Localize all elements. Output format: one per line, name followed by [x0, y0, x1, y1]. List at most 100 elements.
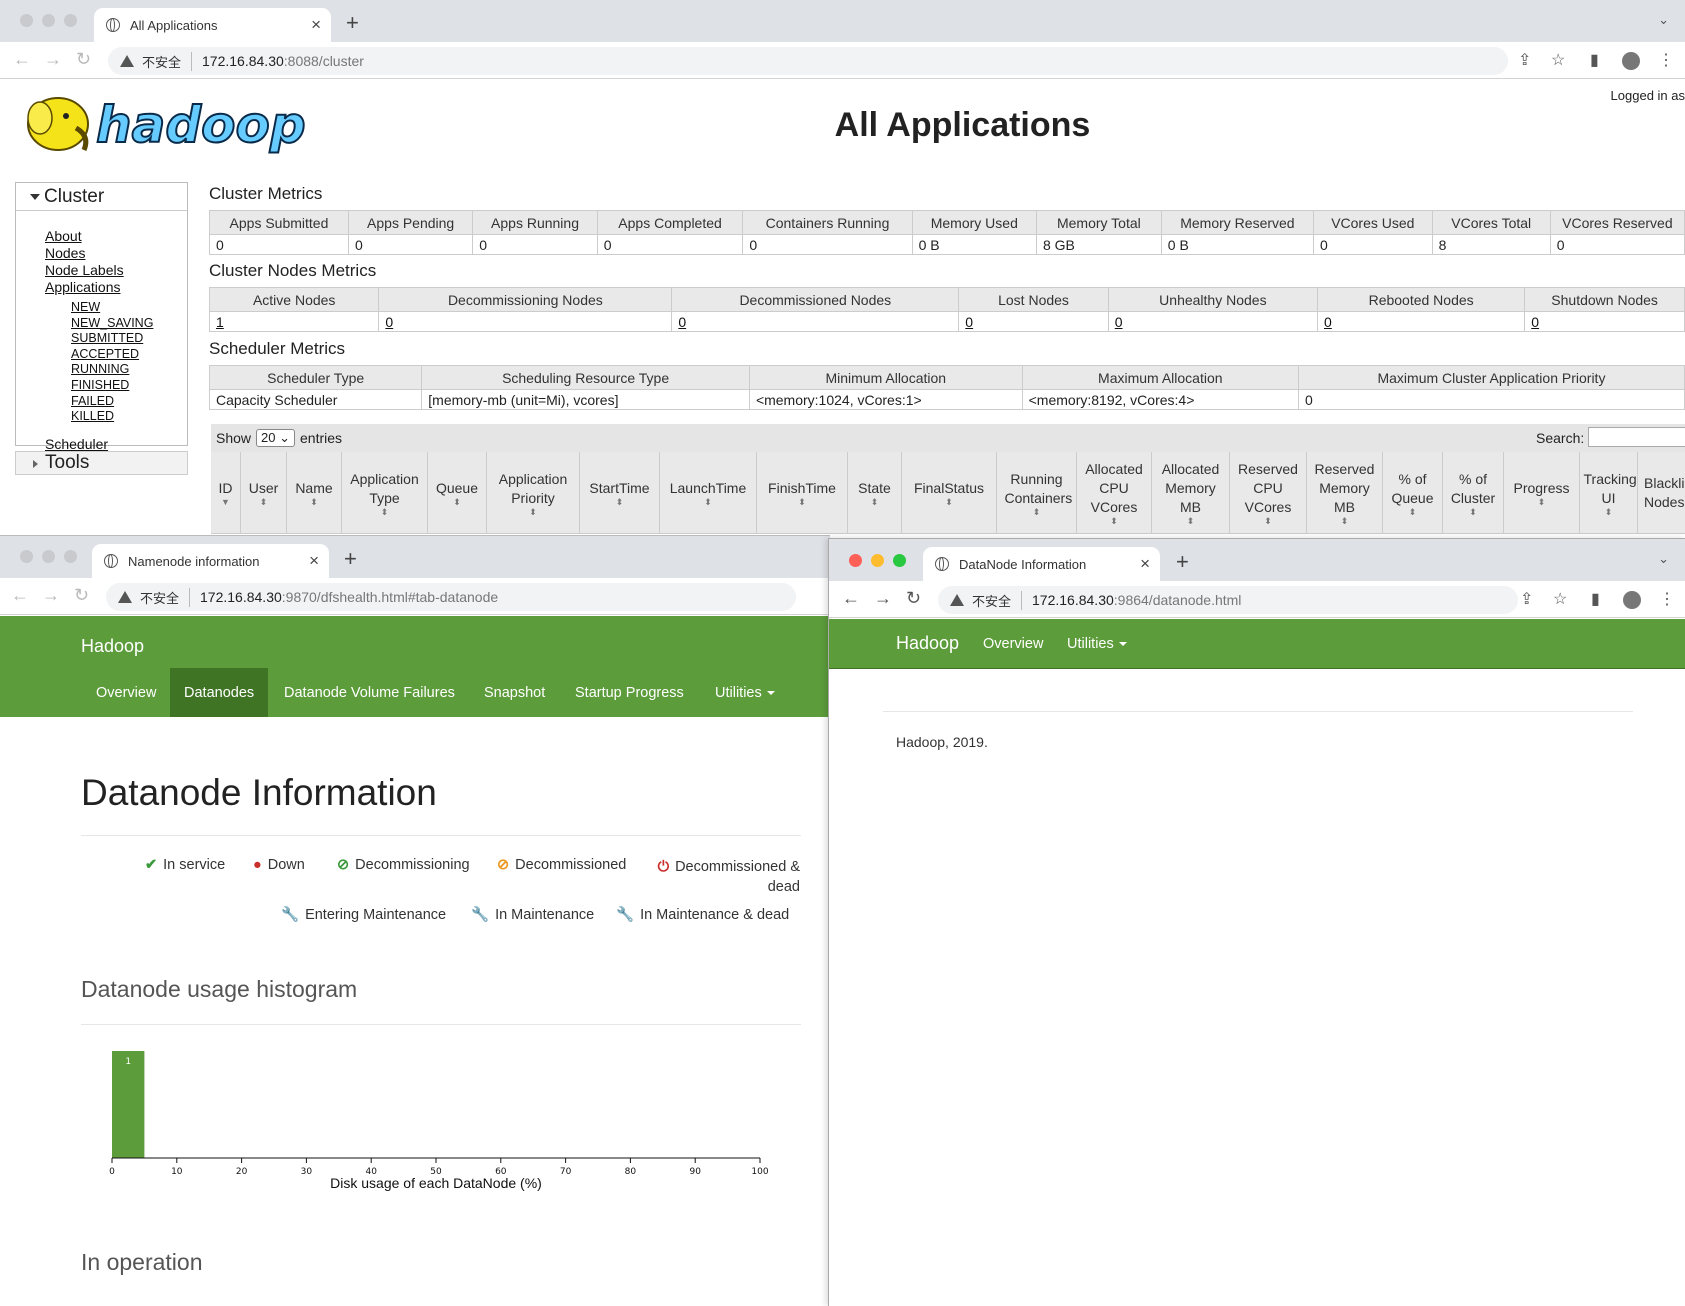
- nav-app-state-killed[interactable]: KILLED: [71, 409, 187, 425]
- back-icon[interactable]: ←: [11, 585, 29, 606]
- col-finalstatus-label: FinalStatus: [913, 480, 985, 496]
- col-progress[interactable]: Progress ⬍: [1504, 452, 1580, 534]
- nav-app-state-new-saving[interactable]: NEW_SAVING: [71, 316, 187, 332]
- link-rebooted-nodes[interactable]: 0: [1324, 314, 1332, 330]
- nav-link-node-labels[interactable]: Node Labels: [45, 262, 187, 279]
- col-starttime[interactable]: StartTime ⬍: [580, 452, 660, 534]
- close-dot[interactable]: [849, 554, 862, 567]
- reload-icon[interactable]: ↻: [906, 588, 921, 609]
- col-reserved-cpu-vcores[interactable]: Reserved CPU VCores ⬍: [1230, 452, 1307, 534]
- nav-startup-progress[interactable]: Startup Progress: [561, 668, 698, 717]
- search-input[interactable]: [1588, 427, 1685, 447]
- minimize-dot[interactable]: [42, 550, 55, 563]
- menu-kebab-icon[interactable]: ⋮: [1658, 50, 1674, 70]
- forward-icon[interactable]: →: [42, 585, 60, 606]
- side-panel-icon[interactable]: ▮: [1591, 589, 1600, 609]
- entries-select[interactable]: 20 ⌄: [256, 429, 296, 447]
- share-icon[interactable]: ⇪: [1518, 50, 1531, 70]
- back-icon[interactable]: ←: [842, 588, 860, 609]
- bookmark-star-icon[interactable]: ☆: [1553, 589, 1567, 609]
- nav-link-nodes[interactable]: Nodes: [45, 245, 187, 262]
- forward-icon[interactable]: →: [874, 588, 892, 609]
- col-blacklisted-nodes[interactable]: Blacklisted Nodes: [1638, 452, 1685, 534]
- share-icon[interactable]: ⇪: [1520, 589, 1533, 609]
- col-tracking-ui[interactable]: Tracking UI ⬍: [1580, 452, 1638, 534]
- col-name[interactable]: Name ⬍: [287, 452, 342, 534]
- browser-tab[interactable]: DataNode Information ×: [923, 547, 1160, 581]
- bookmark-star-icon[interactable]: ☆: [1551, 50, 1565, 70]
- link-shutdown-nodes[interactable]: 0: [1531, 314, 1539, 330]
- col-id[interactable]: ID ▼: [211, 452, 241, 534]
- col-reserved-memory-mb[interactable]: Reserved Memory MB ⬍: [1307, 452, 1383, 534]
- address-bar[interactable]: 不安全 172.16.84.30:8088/cluster: [108, 47, 1508, 75]
- close-dot[interactable]: [20, 14, 33, 27]
- nav-app-state-accepted[interactable]: ACCEPTED: [71, 347, 187, 363]
- col-allocated-memory-mb[interactable]: Allocated Memory MB ⬍: [1152, 452, 1230, 534]
- reload-icon[interactable]: ↻: [76, 49, 91, 70]
- tab-close-icon[interactable]: ×: [309, 551, 319, 571]
- zoom-dot[interactable]: [64, 14, 77, 27]
- col-launchtime[interactable]: LaunchTime ⬍: [660, 452, 757, 534]
- tab-search-chevron-icon[interactable]: ⌄: [1658, 551, 1669, 567]
- menu-kebab-icon[interactable]: ⋮: [1659, 589, 1675, 609]
- link-decommissioning-nodes[interactable]: 0: [385, 314, 393, 330]
- back-icon[interactable]: ←: [13, 49, 31, 70]
- reload-icon[interactable]: ↻: [74, 585, 89, 606]
- link-lost-nodes[interactable]: 0: [965, 314, 973, 330]
- nav-datanodes[interactable]: Datanodes: [170, 668, 269, 717]
- minimize-dot[interactable]: [871, 554, 884, 567]
- col-state[interactable]: State ⬍: [848, 452, 902, 534]
- nav-app-state-running[interactable]: RUNNING: [71, 362, 187, 378]
- forward-icon[interactable]: →: [44, 49, 62, 70]
- brand-link[interactable]: Hadoop: [896, 633, 959, 654]
- address-bar[interactable]: 不安全 172.16.84.30:9864/datanode.html: [938, 586, 1518, 614]
- close-dot[interactable]: [20, 550, 33, 563]
- nav-overview[interactable]: Overview: [969, 619, 1057, 669]
- col-finishtime[interactable]: FinishTime ⬍: [757, 452, 848, 534]
- col-user[interactable]: User ⬍: [241, 452, 287, 534]
- col-finalstatus[interactable]: FinalStatus ⬍: [902, 452, 997, 534]
- col-running-containers[interactable]: Running Containers ⬍: [997, 452, 1077, 534]
- nav-utilities[interactable]: Utilities: [701, 668, 789, 717]
- nav-section-tools[interactable]: Tools: [15, 451, 188, 475]
- col-pct-of-queue[interactable]: % of Queue ⬍: [1383, 452, 1443, 534]
- tab-close-icon[interactable]: ×: [1140, 554, 1150, 574]
- brand-link[interactable]: Hadoop: [81, 636, 144, 657]
- nav-app-state-finished[interactable]: FINISHED: [71, 378, 187, 394]
- new-tab-icon[interactable]: +: [346, 10, 359, 36]
- nav-snapshot[interactable]: Snapshot: [470, 668, 559, 717]
- link-active-nodes[interactable]: 1: [216, 314, 224, 330]
- new-tab-icon[interactable]: +: [1176, 549, 1189, 575]
- nav-link-about[interactable]: About: [45, 228, 187, 245]
- nav-section-cluster[interactable]: Cluster: [16, 183, 187, 211]
- nav-app-state-new[interactable]: NEW: [71, 300, 187, 316]
- nav-datanode-volume-failures[interactable]: Datanode Volume Failures: [270, 668, 469, 717]
- link-decommissioned-nodes[interactable]: 0: [678, 314, 686, 330]
- col-queue[interactable]: Queue ⬍: [428, 452, 487, 534]
- nav-overview[interactable]: Overview: [82, 668, 170, 717]
- link-unhealthy-nodes[interactable]: 0: [1115, 314, 1123, 330]
- col-allocated-cpu-vcores[interactable]: Allocated CPU VCores ⬍: [1077, 452, 1152, 534]
- profile-avatar-icon[interactable]: [1623, 591, 1641, 609]
- zoom-dot[interactable]: [64, 550, 77, 563]
- nav-app-state-submitted[interactable]: SUBMITTED: [71, 331, 187, 347]
- browser-tab[interactable]: All Applications ×: [94, 8, 331, 42]
- nav-link-applications[interactable]: Applications: [45, 279, 187, 296]
- tab-search-chevron-icon[interactable]: ⌄: [1658, 12, 1669, 28]
- nav-app-state-failed[interactable]: FAILED: [71, 394, 187, 410]
- col-application-type[interactable]: Application Type ⬍: [342, 452, 428, 534]
- profile-avatar-icon[interactable]: [1622, 52, 1640, 70]
- browser-tab[interactable]: Namenode information ×: [92, 544, 329, 578]
- sort-icon: ⬍: [870, 497, 879, 507]
- new-tab-icon[interactable]: +: [344, 546, 357, 572]
- col-pct-of-cluster[interactable]: % of Cluster ⬍: [1443, 452, 1504, 534]
- zoom-dot[interactable]: [893, 554, 906, 567]
- address-bar[interactable]: 不安全 172.16.84.30:9870/dfshealth.html#tab…: [106, 583, 796, 611]
- sort-icon: ⬍: [945, 497, 953, 507]
- col-application-priority[interactable]: Application Priority ⬍: [487, 452, 580, 534]
- side-panel-icon[interactable]: ▮: [1590, 50, 1599, 70]
- minimize-dot[interactable]: [42, 14, 55, 27]
- hadoop-logo: hadoop: [27, 95, 307, 155]
- tab-close-icon[interactable]: ×: [311, 15, 321, 35]
- nav-utilities[interactable]: Utilities: [1053, 619, 1141, 669]
